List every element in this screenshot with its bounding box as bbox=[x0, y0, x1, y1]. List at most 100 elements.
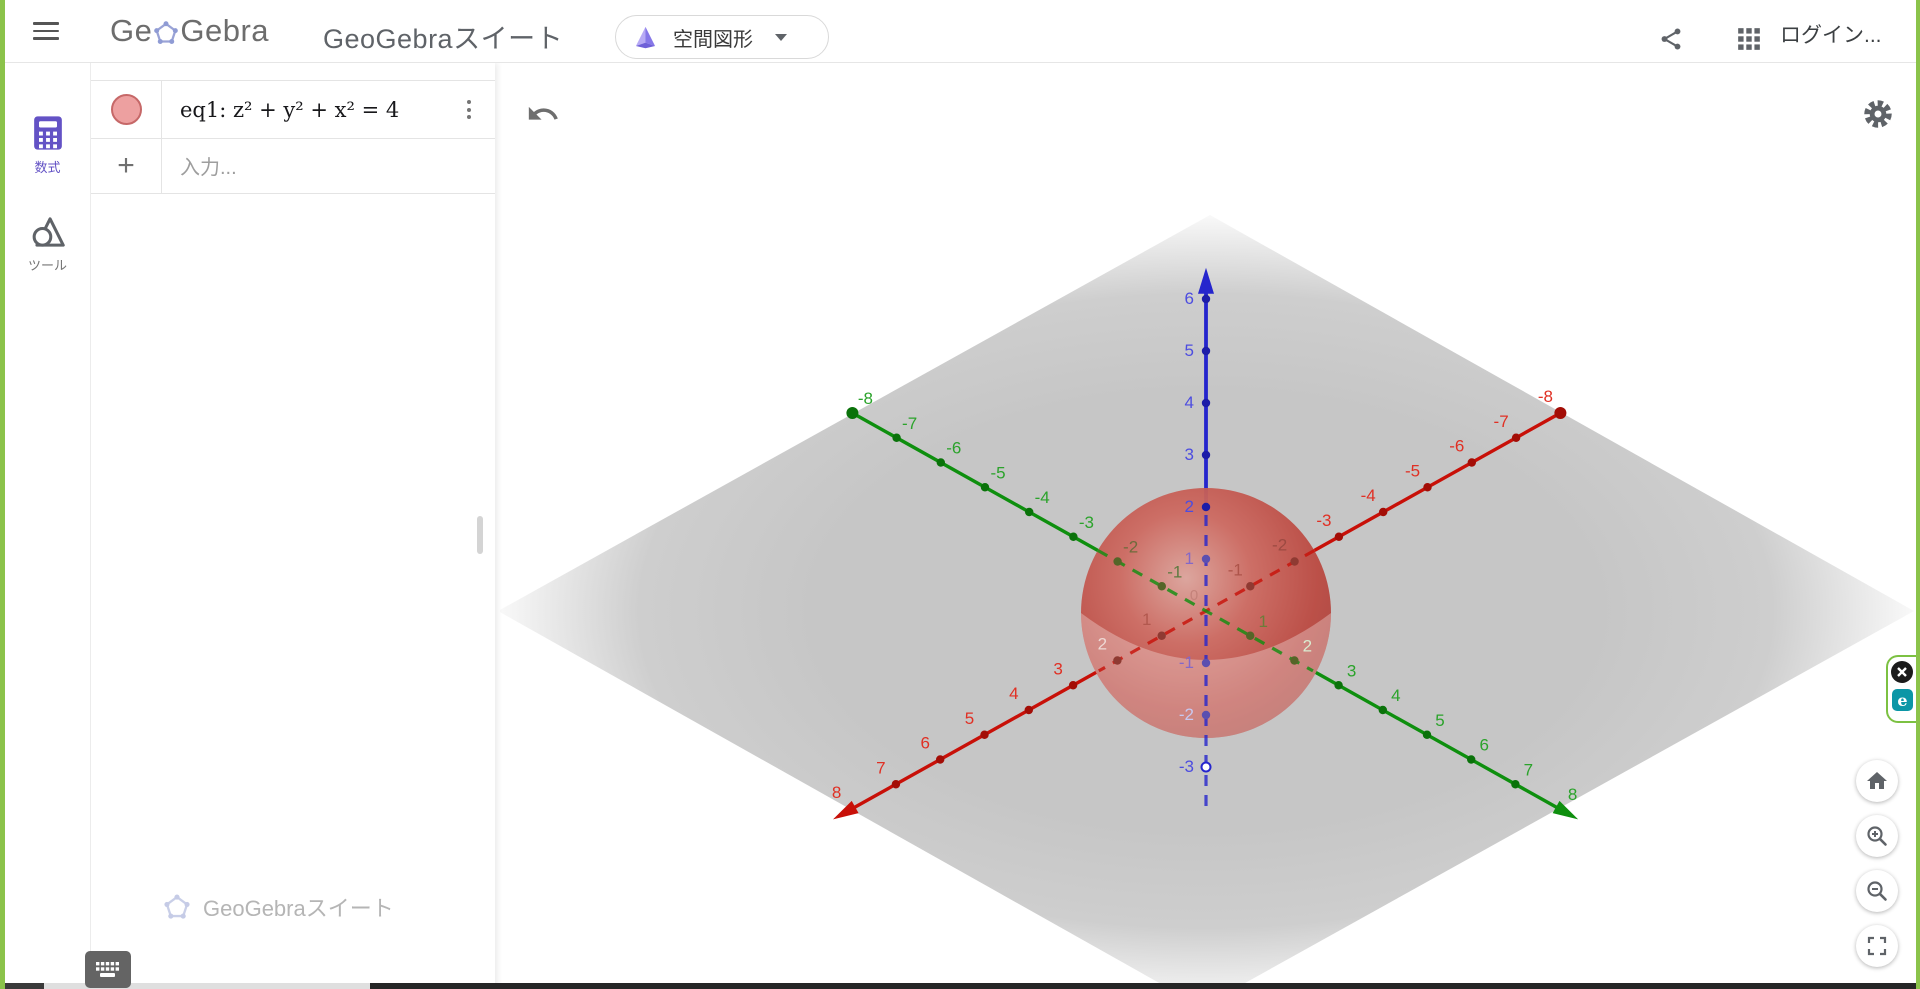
y-tick--8 bbox=[846, 407, 858, 419]
sidebar-item-label: 数式 bbox=[34, 157, 60, 176]
fullscreen-button[interactable] bbox=[1856, 925, 1898, 967]
sidebar-item-tools[interactable]: ツール bbox=[5, 215, 90, 274]
logo-text-left: Ge bbox=[110, 13, 152, 49]
bottom-bar-left bbox=[0, 983, 44, 989]
home-button[interactable] bbox=[1856, 760, 1898, 802]
x-label--7: -7 bbox=[1494, 412, 1509, 431]
x-label--8: -8 bbox=[1538, 387, 1553, 406]
x-tick--4 bbox=[1379, 508, 1387, 516]
x-label-5: 5 bbox=[965, 709, 974, 728]
undo-button[interactable] bbox=[526, 97, 560, 131]
zoom-out-icon bbox=[1865, 879, 1889, 903]
menu-icon[interactable] bbox=[33, 22, 59, 40]
graphics-3d-view: -8-7-6-5-4-3-2-112345678-8-7-6-5-4-3-2-1… bbox=[500, 63, 1920, 989]
pyramid-icon bbox=[632, 24, 659, 51]
login-button[interactable]: ログイン... bbox=[1780, 19, 1882, 49]
y-tick--7 bbox=[892, 434, 900, 442]
z-label-6: 6 bbox=[1185, 289, 1194, 308]
algebra-input-field[interactable]: 入力... bbox=[162, 138, 495, 193]
y-label--2: -2 bbox=[1123, 538, 1138, 557]
zoom-in-button[interactable] bbox=[1856, 815, 1898, 857]
x-label-3: 3 bbox=[1053, 659, 1062, 678]
x-tick-4 bbox=[1025, 706, 1033, 714]
x-tick--6 bbox=[1468, 458, 1476, 466]
close-icon[interactable] bbox=[1891, 661, 1913, 683]
origin-label: 0 bbox=[1190, 587, 1198, 604]
z-tick-4 bbox=[1202, 399, 1210, 407]
y-tick-6 bbox=[1467, 755, 1475, 763]
watermark-text: GeoGebraスイート bbox=[203, 891, 394, 923]
x-label--5: -5 bbox=[1405, 461, 1420, 480]
equation-text[interactable]: eq1: z² + y² + x² = 4 bbox=[162, 81, 443, 138]
x-tick--5 bbox=[1423, 483, 1431, 491]
y-label-4: 4 bbox=[1391, 686, 1400, 705]
chevron-down-icon bbox=[775, 34, 787, 41]
sidebar-item-algebra[interactable]: 数式 bbox=[5, 115, 90, 176]
y-tick--3 bbox=[1069, 533, 1077, 541]
z-label-2: 2 bbox=[1185, 497, 1194, 516]
y-label--8: -8 bbox=[858, 389, 873, 408]
3d-scene[interactable]: -8-7-6-5-4-3-2-112345678-8-7-6-5-4-3-2-1… bbox=[500, 63, 1920, 989]
z-tick-5 bbox=[1202, 347, 1210, 355]
window-frame-right bbox=[1916, 0, 1920, 989]
x-tick-1 bbox=[1158, 632, 1166, 640]
z-tick--2 bbox=[1202, 711, 1210, 719]
app-switcher-dropdown[interactable]: 空間図形 bbox=[615, 15, 829, 59]
x-tick-5 bbox=[980, 731, 988, 739]
z-tick--1 bbox=[1202, 659, 1210, 667]
z-label-3: 3 bbox=[1185, 445, 1194, 464]
bottom-bar-dark bbox=[370, 983, 1920, 989]
extension-e-icon[interactable]: e bbox=[1892, 689, 1913, 711]
y-tick-4 bbox=[1379, 706, 1387, 714]
sidebar-item-label: ツール bbox=[28, 255, 67, 274]
settings-gear-icon[interactable] bbox=[1862, 98, 1894, 130]
x-label-6: 6 bbox=[920, 734, 929, 753]
pentagon-logo-icon bbox=[153, 20, 179, 46]
y-label--7: -7 bbox=[902, 414, 917, 433]
y-tick--4 bbox=[1025, 508, 1033, 516]
z-tick-2 bbox=[1202, 503, 1210, 511]
add-input-icon[interactable]: + bbox=[91, 138, 162, 193]
keyboard-icon bbox=[94, 960, 122, 980]
z-label-4: 4 bbox=[1185, 393, 1194, 412]
y-tick-1 bbox=[1246, 632, 1254, 640]
algebra-input-row[interactable]: + 入力... bbox=[91, 138, 495, 194]
y-tick--5 bbox=[981, 483, 989, 491]
x-tick--3 bbox=[1335, 533, 1343, 541]
z-tick-6 bbox=[1202, 295, 1210, 303]
z-label--2: -2 bbox=[1179, 705, 1194, 724]
x-label--6: -6 bbox=[1449, 437, 1464, 456]
z-label--1: -1 bbox=[1179, 653, 1194, 672]
apps-grid-icon[interactable] bbox=[1736, 26, 1762, 52]
y-label--5: -5 bbox=[990, 463, 1005, 482]
y-label-7: 7 bbox=[1524, 760, 1533, 779]
x-label--3: -3 bbox=[1316, 511, 1331, 530]
marble-column bbox=[91, 81, 162, 138]
algebra-row-eq1[interactable]: eq1: z² + y² + x² = 4 bbox=[91, 80, 495, 139]
x-label-1: 1 bbox=[1142, 610, 1151, 629]
app-switcher-label: 空間図形 bbox=[673, 23, 753, 52]
y-tick-7 bbox=[1511, 780, 1519, 788]
home-icon bbox=[1865, 769, 1889, 793]
window-frame-left bbox=[0, 0, 5, 989]
y-tick-2 bbox=[1290, 656, 1298, 664]
header: Ge Gebra GeoGebraスイート 空間図形 ログイン... bbox=[5, 0, 1916, 63]
x-label-8: 8 bbox=[832, 783, 841, 802]
sidebar-rail: 数式 ツール bbox=[5, 63, 91, 989]
visibility-marble[interactable] bbox=[111, 94, 142, 125]
share-icon[interactable] bbox=[1658, 26, 1684, 52]
panel-scrollbar-thumb[interactable] bbox=[477, 516, 483, 554]
y-tick--2 bbox=[1113, 557, 1121, 565]
x-label-7: 7 bbox=[876, 758, 885, 777]
calculator-icon bbox=[32, 115, 64, 151]
x-tick--1 bbox=[1246, 582, 1254, 590]
x-tick--8 bbox=[1554, 407, 1566, 419]
y-label--4: -4 bbox=[1035, 488, 1050, 507]
keyboard-toggle-button[interactable] bbox=[85, 951, 131, 988]
zoom-out-button[interactable] bbox=[1856, 870, 1898, 912]
row-menu-icon[interactable] bbox=[461, 94, 477, 125]
zoom-in-icon bbox=[1865, 824, 1889, 848]
y-label-2: 2 bbox=[1303, 637, 1312, 656]
z-label--3: -3 bbox=[1179, 757, 1194, 776]
watermark: GeoGebraスイート bbox=[163, 891, 394, 923]
